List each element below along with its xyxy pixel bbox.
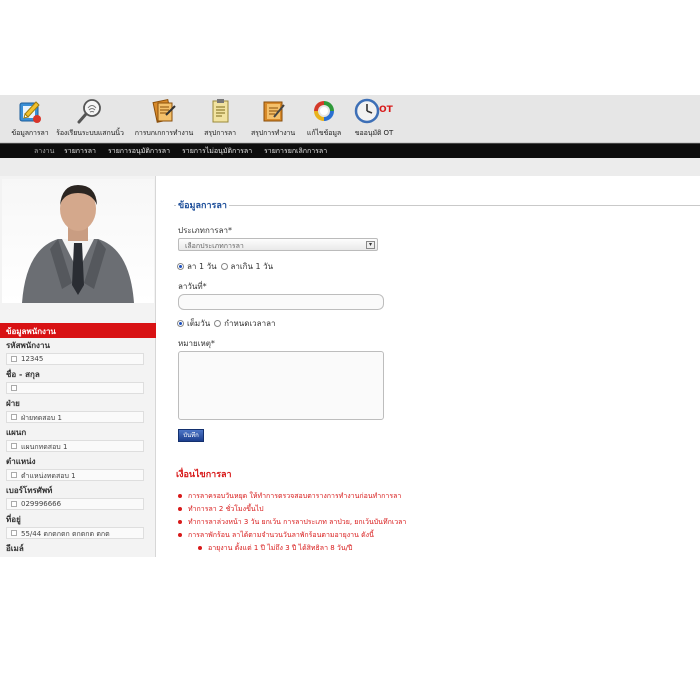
bullet-icon [198, 546, 202, 550]
employee-position-value: ตำแหน่งทดสอบ 1 [6, 469, 144, 481]
employee-name-label: ชื่อ - สกุล [6, 370, 40, 379]
condition-item: ทำการลา 2 ชั่วโมงขึ้นไป [178, 504, 264, 515]
toolbar-label: ข้อมูลการลา [11, 129, 49, 137]
employee-sidebar: ข้อมูลพนักงาน รหัสพนักงาน 12345 ชื่อ - ส… [0, 176, 156, 557]
leave-type-select[interactable]: เลือกประเภทการลา ▾ [178, 238, 378, 251]
form-legend: ข้อมูลการลา [176, 198, 229, 212]
period-options: เต็มวัน กำหนดเวลาลา [177, 317, 275, 330]
employee-position-label: ตำแหน่ง [6, 457, 36, 466]
bullet-icon [178, 533, 182, 537]
leave-summary-icon [212, 99, 229, 123]
duration-one-day-radio[interactable] [177, 263, 184, 270]
fingerprint-scan-icon [77, 99, 101, 124]
toolbar-work-record[interactable]: การบกเกการทำงาน [132, 97, 196, 139]
duration-one-day-label: ลา 1 วัน [187, 262, 217, 271]
toolbar-ot-approval[interactable]: OT ขออนุมัติ OT [342, 97, 406, 139]
condition-sub-item: อายุงาน ตั้งแต่ 1 ปี ไม่ถึง 3 ปี ได้สิทธ… [198, 543, 352, 554]
nav-item-approved-list[interactable]: รายการอนุมัติการลา [108, 146, 170, 157]
app-window: ข้อมูลการลา ร้องเรียนระบบแสกนนิ้ว การบกเ… [0, 95, 700, 557]
nav-item-leave[interactable]: ลางาน [34, 146, 54, 157]
leave-info-icon [19, 101, 41, 123]
toolbar-label: สรุปการลา [204, 129, 236, 137]
employee-phone-value: 029996666 [6, 498, 144, 510]
toolbar-label: แก้ไขข้อมูล [306, 129, 342, 137]
toolbar-label: ขออนุมัติ OT [354, 129, 394, 137]
duration-options: ลา 1 วัน ลาเกิน 1 วัน [177, 260, 273, 273]
employee-id-value: 12345 [6, 353, 144, 365]
work-summary-icon [263, 101, 285, 122]
employee-department-label: ฝ่าย [6, 399, 20, 408]
employee-section-value: แผนกทดสอบ 1 [6, 440, 144, 452]
note-textarea[interactable] [178, 351, 384, 420]
employee-address-value: 55/44 ตกตกตก ตกตกต ตกต [6, 527, 144, 539]
toolbar-label: สรุปการทำงาน [250, 129, 296, 137]
employee-department-value: ฝ่ายทดสอบ 1 [6, 411, 144, 423]
work-record-icon [152, 98, 176, 123]
period-custom-time-radio[interactable] [214, 320, 222, 327]
leave-date-input[interactable] [178, 294, 384, 310]
nav-item-leave-list[interactable]: รายการลา [64, 146, 96, 157]
header-gap [0, 158, 700, 176]
ot-clock-icon: OT [354, 98, 394, 124]
nav-item-cancelled-list[interactable]: รายการยกเลิกการลา [264, 146, 327, 157]
leave-date-label: ลาวันที่* [178, 282, 207, 291]
condition-item: ทำการลาล่วงหน้า 3 วัน ยกเว้น การลาประเภท… [178, 517, 406, 528]
employee-section-label: แผนก [6, 428, 27, 437]
toolbar-fingerprint-complaint[interactable]: ร้องเรียนระบบแสกนนิ้ว [56, 97, 124, 139]
period-custom-time-label: กำหนดเวลาลา [224, 319, 276, 328]
duration-multi-day-radio[interactable] [220, 263, 228, 270]
employee-section-header: ข้อมูลพนักงาน [0, 323, 156, 338]
conditions-title: เงื่อนไขการลา [176, 470, 232, 480]
edit-data-icon [314, 101, 334, 121]
leave-form-panel: ข้อมูลการลา ประเภทการลา* เลือกประเภทการล… [164, 176, 700, 557]
leave-type-label: ประเภทการลา* [178, 226, 232, 235]
condition-item: การลาพักร้อน ลาได้ตามจำนวนวันลาพักร้อนตา… [178, 530, 374, 541]
top-toolbar: ข้อมูลการลา ร้องเรียนระบบแสกนนิ้ว การบกเ… [0, 95, 700, 143]
employee-photo [2, 179, 154, 303]
employee-phone-label: เบอร์โทรศัพท์ [6, 486, 53, 495]
nav-item-rejected-list[interactable]: รายการไม่อนุมัติการลา [182, 146, 252, 157]
toolbar-label: การบกเกการทำงาน [134, 129, 194, 137]
period-full-day-radio[interactable] [177, 320, 184, 327]
toolbar-leave-info[interactable]: ข้อมูลการลา [0, 97, 62, 139]
condition-item: การลาครอบวันหยุด ให้ทำการตรวจสอบตารางการ… [178, 491, 401, 502]
note-label: หมายเหตุ* [178, 339, 215, 348]
leave-type-value: เลือกประเภทการลา [185, 242, 244, 250]
employee-address-label: ที่อยู่ [6, 515, 21, 524]
toolbar-label: ร้องเรียนระบบแสกนนิ้ว [56, 129, 124, 137]
submit-button[interactable]: บันทึก [178, 429, 204, 442]
legend-divider [174, 205, 700, 206]
chevron-down-icon: ▾ [366, 241, 375, 249]
employee-section-title: ข้อมูลพนักงาน [6, 327, 56, 336]
bullet-icon [178, 494, 182, 498]
bullet-icon [178, 520, 182, 524]
nav-bar: ลางาน รายการลา รายการอนุมัติการลา รายการ… [0, 143, 700, 158]
employee-email-label: อีเมล์ [6, 544, 24, 553]
period-full-day-label: เต็มวัน [187, 319, 211, 328]
svg-text:OT: OT [379, 105, 394, 115]
duration-multi-day-label: ลาเกิน 1 วัน [230, 262, 274, 271]
bullet-icon [178, 507, 182, 511]
employee-name-value [6, 382, 144, 394]
employee-id-label: รหัสพนักงาน [6, 341, 50, 350]
